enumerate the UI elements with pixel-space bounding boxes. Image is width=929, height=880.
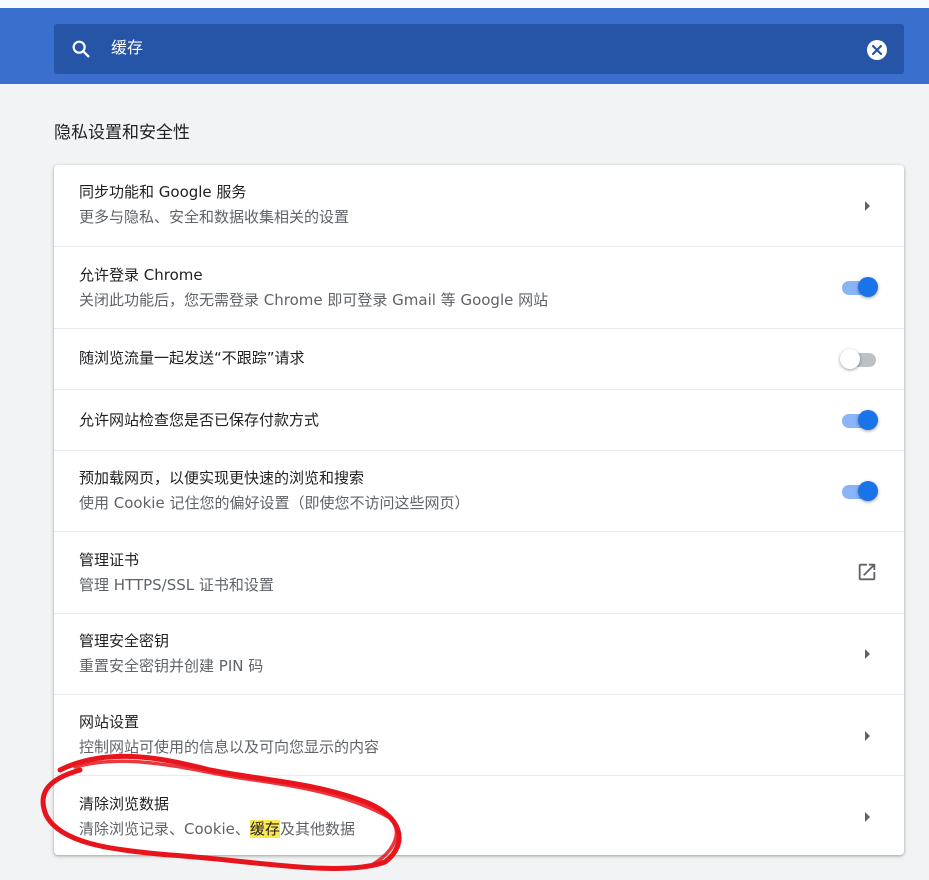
row-sublabel: 管理 HTTPS/SSL 证书和设置 bbox=[79, 576, 274, 594]
row-label: 网站设置 bbox=[79, 713, 140, 731]
row-sublabel: 清除浏览记录、Cookie、缓存及其他数据 bbox=[79, 819, 355, 839]
row-allow-chrome-signin[interactable]: 允许登录 Chrome 关闭此功能后，您无需登录 Chrome 即可登录 Gma… bbox=[54, 246, 904, 328]
row-site-settings[interactable]: 网站设置 控制网站可使用的信息以及可向您显示的内容 bbox=[54, 694, 904, 775]
row-manage-security-keys[interactable]: 管理安全密钥 重置安全密钥并创建 PIN 码 bbox=[54, 613, 904, 694]
chevron-right-icon[interactable] bbox=[865, 649, 870, 659]
toggle-knob bbox=[858, 481, 878, 501]
external-link-icon[interactable] bbox=[856, 561, 878, 583]
row-label: 允许登录 Chrome bbox=[79, 266, 203, 284]
row-payment-methods[interactable]: 允许网站检查您是否已保存付款方式 bbox=[54, 389, 904, 450]
chevron-right-icon[interactable] bbox=[865, 201, 870, 211]
window-top-strip bbox=[0, 0, 929, 8]
row-sublabel: 更多与隐私、安全和数据收集相关的设置 bbox=[79, 208, 350, 226]
row-sync-google-services[interactable]: 同步功能和 Google 服务 更多与隐私、安全和数据收集相关的设置 bbox=[54, 165, 904, 246]
toggle-do-not-track[interactable] bbox=[840, 349, 878, 369]
row-sublabel: 重置安全密钥并创建 PIN 码 bbox=[79, 657, 264, 675]
row-sublabel: 使用 Cookie 记住您的偏好设置（即使您不访问这些网页） bbox=[79, 494, 470, 512]
toggle-knob bbox=[858, 277, 878, 297]
search-bar[interactable]: 缓存 bbox=[54, 24, 904, 74]
row-label: 管理证书 bbox=[79, 551, 140, 569]
sublabel-text: 及其他数据 bbox=[279, 820, 355, 838]
row-clear-browsing-data[interactable]: 清除浏览数据 清除浏览记录、Cookie、缓存及其他数据 bbox=[54, 775, 904, 855]
row-preload-pages[interactable]: 预加载网页，以便实现更快速的浏览和搜索 使用 Cookie 记住您的偏好设置（即… bbox=[54, 450, 904, 531]
section-title: 隐私设置和安全性 bbox=[54, 123, 190, 143]
chevron-right-icon[interactable] bbox=[865, 812, 870, 822]
row-label: 同步功能和 Google 服务 bbox=[79, 183, 247, 201]
toggle-knob bbox=[840, 349, 860, 369]
privacy-settings-card: 同步功能和 Google 服务 更多与隐私、安全和数据收集相关的设置 允许登录 … bbox=[54, 165, 904, 855]
toggle-knob bbox=[858, 410, 878, 430]
row-label: 清除浏览数据 bbox=[79, 795, 170, 813]
chevron-right-icon[interactable] bbox=[865, 731, 870, 741]
search-icon bbox=[70, 38, 92, 60]
search-highlight: 缓存 bbox=[249, 820, 280, 838]
sublabel-text: 清除浏览记录、Cookie、 bbox=[79, 820, 250, 838]
toggle-preload-pages[interactable] bbox=[840, 481, 878, 501]
row-label: 预加载网页，以便实现更快速的浏览和搜索 bbox=[79, 469, 365, 487]
row-manage-certificates[interactable]: 管理证书 管理 HTTPS/SSL 证书和设置 bbox=[54, 531, 904, 613]
clear-search-icon[interactable] bbox=[866, 39, 888, 61]
row-sublabel: 关闭此功能后，您无需登录 Chrome 即可登录 Gmail 等 Google … bbox=[79, 291, 549, 309]
row-label: 允许网站检查您是否已保存付款方式 bbox=[79, 411, 320, 429]
row-label: 随浏览流量一起发送“不跟踪”请求 bbox=[79, 349, 305, 367]
toggle-payment-methods[interactable] bbox=[840, 410, 878, 430]
search-input[interactable]: 缓存 bbox=[111, 38, 143, 58]
row-sublabel: 控制网站可使用的信息以及可向您显示的内容 bbox=[79, 738, 380, 756]
row-do-not-track[interactable]: 随浏览流量一起发送“不跟踪”请求 bbox=[54, 328, 904, 389]
row-label: 管理安全密钥 bbox=[79, 632, 170, 650]
toggle-allow-chrome-signin[interactable] bbox=[840, 277, 878, 297]
